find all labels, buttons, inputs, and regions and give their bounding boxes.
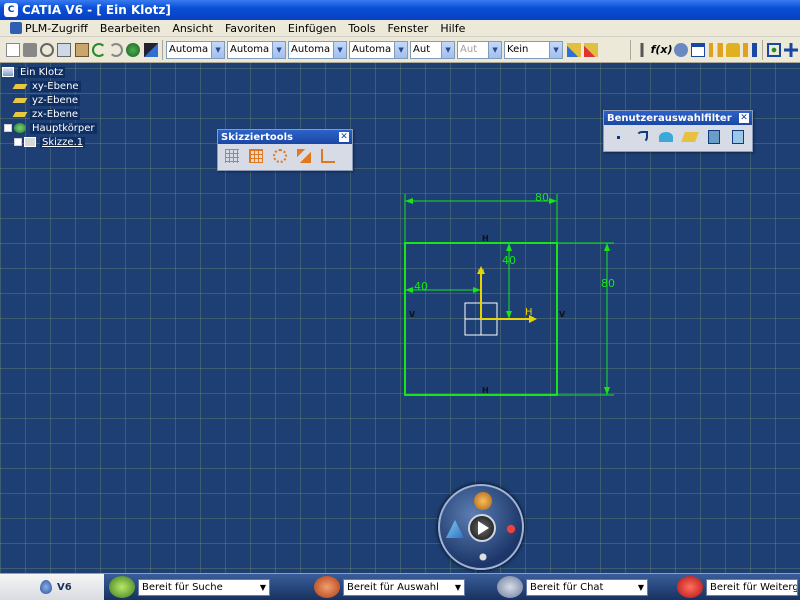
chat-info-icon[interactable] bbox=[497, 576, 523, 598]
selection-status-group: Bereit für Auswahl ▼ bbox=[309, 573, 492, 600]
sketch-geometry: 80 80 40 40 H H V V V H bbox=[404, 191, 615, 396]
search-status-field[interactable]: Bereit für Suche ▼ bbox=[138, 578, 270, 596]
arrowhead bbox=[473, 287, 481, 293]
constraint-right-label: V bbox=[559, 310, 566, 319]
search-status-group: Bereit für Suche ▼ bbox=[104, 573, 309, 600]
arrowhead bbox=[604, 387, 610, 395]
social-people-icon[interactable] bbox=[474, 492, 492, 510]
nodes-icon[interactable] bbox=[474, 548, 492, 566]
chevron-down-icon[interactable]: ▼ bbox=[635, 583, 647, 592]
sharing-orbit-icon[interactable] bbox=[677, 576, 703, 598]
sharing-status-group: Bereit für Weitergabe bbox=[672, 573, 800, 600]
chat-status-field[interactable]: Bereit für Chat ▼ bbox=[526, 578, 648, 596]
dimension-height-label[interactable]: 80 bbox=[601, 277, 615, 290]
navigation-compass-widget[interactable] bbox=[438, 484, 524, 570]
h-axis-label: H bbox=[525, 307, 533, 318]
play-icon bbox=[478, 521, 489, 535]
selection-tool-icon[interactable] bbox=[314, 576, 340, 598]
network-icon[interactable] bbox=[502, 520, 520, 538]
play-button[interactable] bbox=[468, 514, 496, 542]
dimension-offset-x-label[interactable]: 40 bbox=[414, 280, 428, 293]
v6-brand-label: V6 bbox=[57, 581, 72, 593]
search-compass-icon[interactable] bbox=[109, 576, 135, 598]
chevron-down-icon[interactable]: ▼ bbox=[452, 583, 464, 592]
arrowhead bbox=[405, 198, 413, 204]
selection-status-text: Bereit für Auswahl bbox=[347, 581, 439, 593]
arrowhead bbox=[604, 243, 610, 251]
brand-area: V6 bbox=[0, 580, 104, 594]
chat-status-group: Bereit für Chat ▼ bbox=[492, 573, 672, 600]
3d-shape-icon[interactable] bbox=[446, 520, 464, 538]
constraint-left-label: V bbox=[409, 310, 416, 319]
chat-status-text: Bereit für Chat bbox=[530, 581, 604, 593]
arrowhead bbox=[549, 198, 557, 204]
constraint-top-label: H bbox=[482, 234, 489, 243]
sharing-status-text: Bereit für Weitergabe bbox=[710, 581, 797, 593]
v-axis-label: V bbox=[478, 269, 485, 279]
dimension-offset-y-label[interactable]: 40 bbox=[502, 254, 516, 267]
chevron-down-icon[interactable]: ▼ bbox=[257, 583, 269, 592]
sharing-status-field[interactable]: Bereit für Weitergabe bbox=[706, 578, 798, 596]
search-status-text: Bereit für Suche bbox=[142, 581, 223, 593]
constraint-bottom-label: H bbox=[482, 386, 489, 395]
v6-drop-icon bbox=[40, 580, 52, 594]
dimension-width-label[interactable]: 80 bbox=[535, 191, 549, 204]
selection-status-field[interactable]: Bereit für Auswahl ▼ bbox=[343, 578, 465, 596]
arrowhead bbox=[405, 287, 413, 293]
arrowhead bbox=[506, 311, 512, 319]
status-bar: V6 Bereit für Suche ▼ Bereit für Auswahl ▼… bbox=[0, 573, 800, 600]
arrowhead bbox=[506, 243, 512, 251]
